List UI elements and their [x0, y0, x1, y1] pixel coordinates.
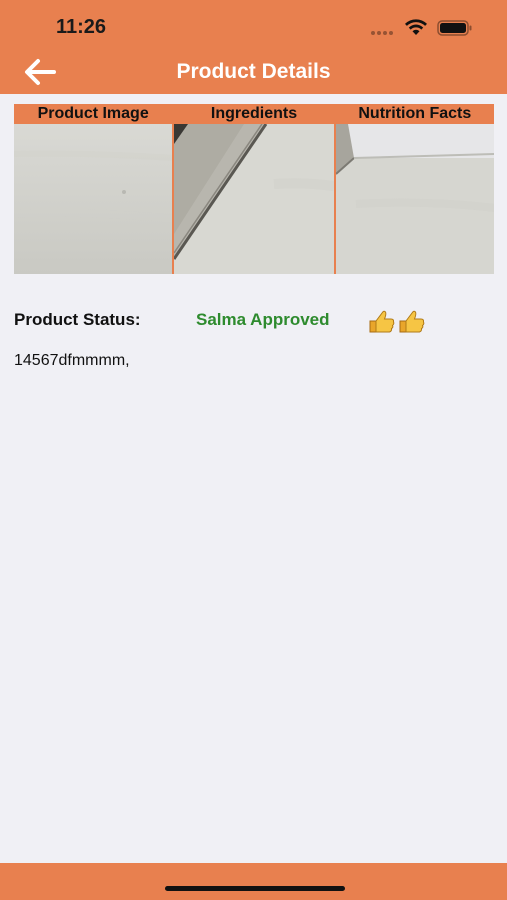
page-title: Product Details [176, 60, 331, 83]
bottom-bar [0, 863, 507, 900]
product-image-photo [14, 124, 173, 274]
ingredients-label: Ingredients [174, 104, 334, 124]
status-bar: 11:26 [0, 0, 507, 48]
ingredients-photo [174, 124, 334, 274]
nutrition-facts-image-tile[interactable]: Nutrition Facts [335, 104, 494, 274]
wifi-icon [405, 19, 427, 35]
product-images-row: Product Image Ingredients Nutrition Fact… [14, 104, 494, 274]
status-time: 11:26 [56, 16, 107, 38]
product-status-row: Product Status: Salma Approved [14, 308, 494, 334]
battery-icon [437, 20, 472, 36]
cellular-signal-icon [371, 30, 395, 36]
navigation-bar: Product Details [0, 48, 507, 94]
thumbs-up-icon [369, 310, 425, 333]
product-status-value: Salma Approved [196, 310, 330, 329]
home-indicator[interactable] [165, 886, 345, 891]
app-header: 11:26 Product Details [0, 0, 507, 94]
product-image-label: Product Image [14, 104, 173, 124]
product-image-tile[interactable]: Product Image [14, 104, 173, 274]
ingredients-image-tile[interactable]: Ingredients [174, 104, 334, 274]
nutrition-facts-photo [335, 124, 494, 274]
product-status-label: Product Status: [14, 310, 141, 329]
nutrition-facts-label: Nutrition Facts [335, 104, 494, 124]
product-code-text: 14567dfmmmm, [14, 352, 130, 369]
